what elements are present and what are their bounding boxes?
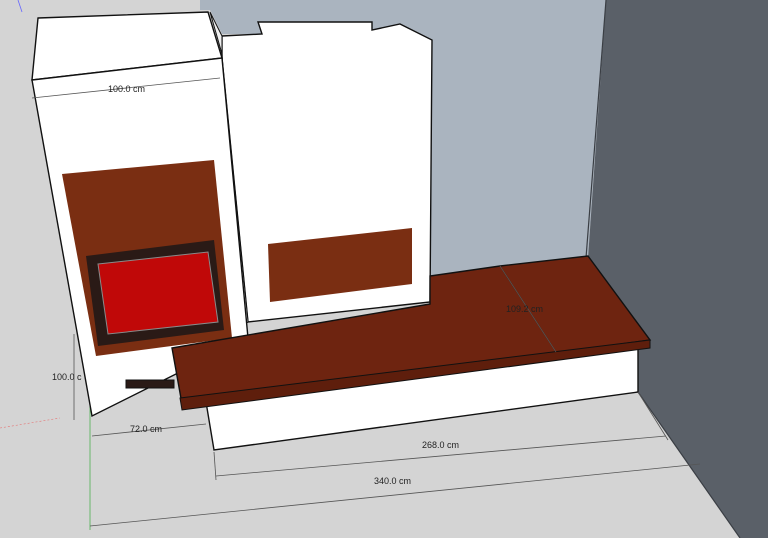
dimension-bench-depth: 109.2 cm — [506, 304, 543, 314]
ash-slot[interactable] — [125, 379, 175, 389]
dimension-stove-width: 100.0 cm — [108, 84, 145, 94]
dimension-stove-height: 100.0 c — [52, 372, 82, 382]
3d-model-viewport[interactable]: 100.0 cm 100.0 c 72.0 cm 109.2 cm 268.0 … — [0, 0, 768, 538]
dimension-stove-depth: 72.0 cm — [130, 424, 162, 434]
dimension-total-length: 340.0 cm — [374, 476, 411, 486]
fire-door-glass[interactable] — [97, 251, 219, 335]
dimension-bench-length: 268.0 cm — [422, 440, 459, 450]
